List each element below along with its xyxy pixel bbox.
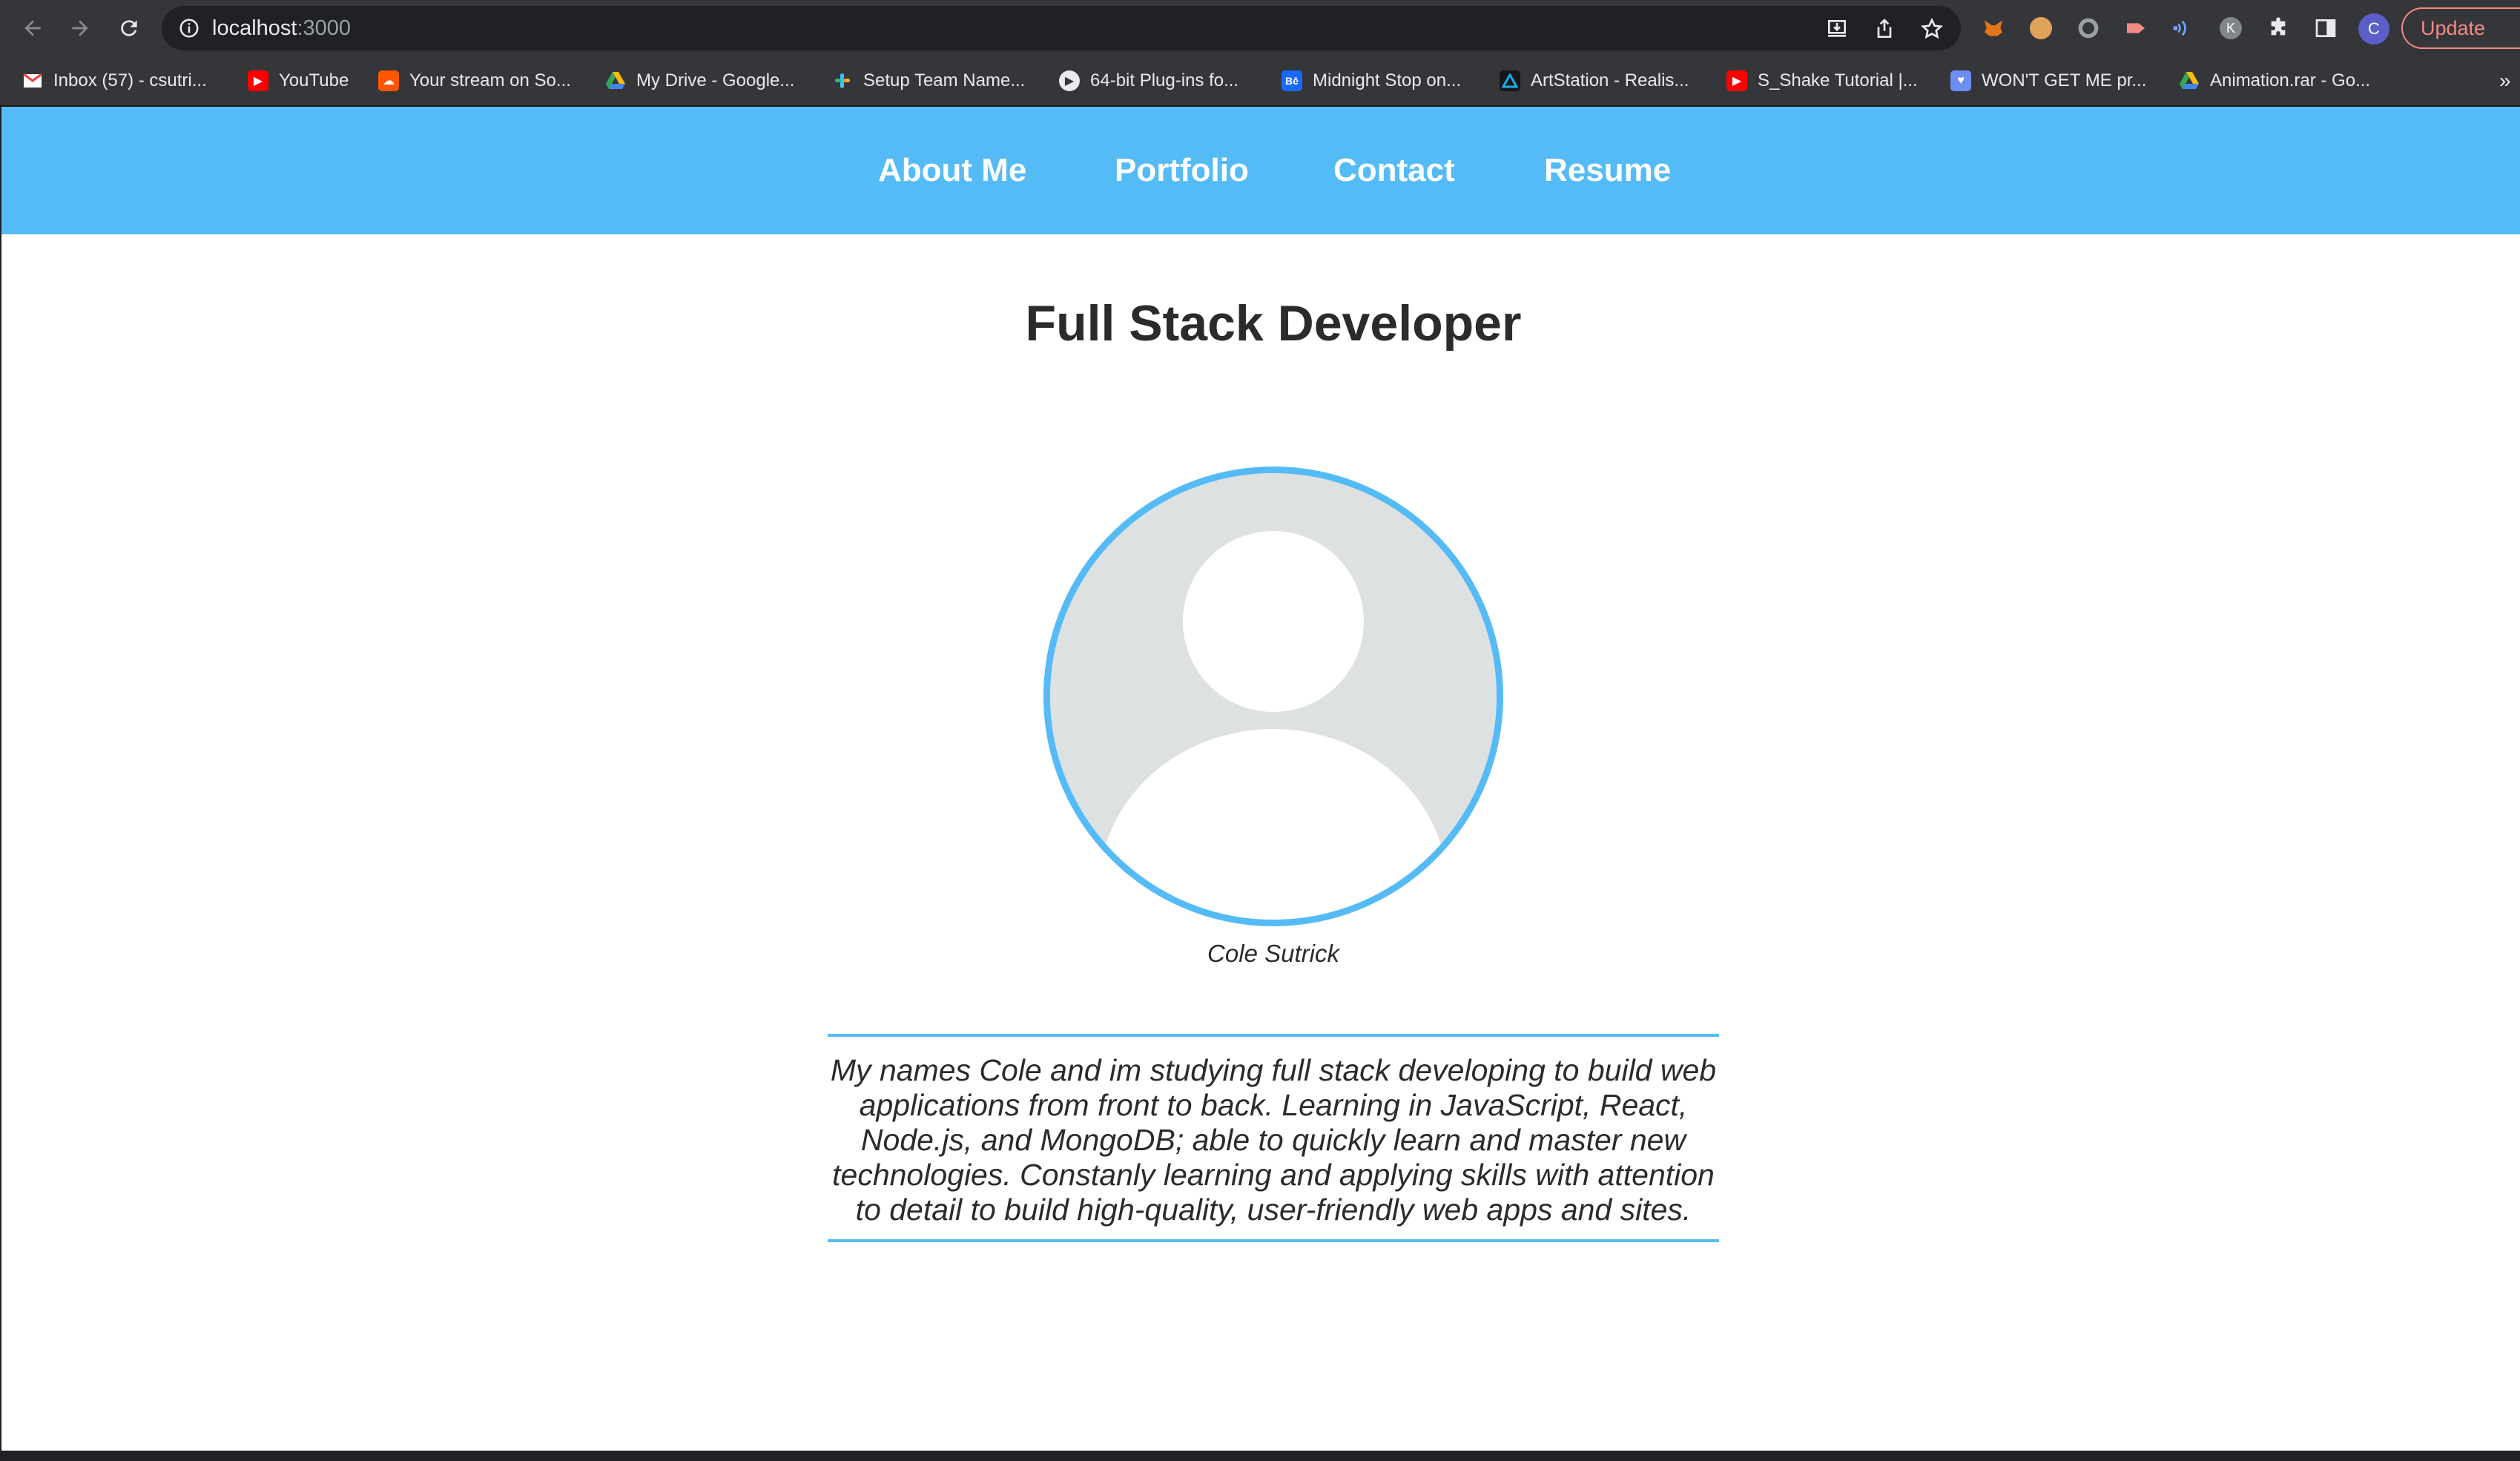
bookmark-item[interactable]: ▶ 64-bit Plug-ins fo... [1059, 56, 1238, 105]
bookmark-item[interactable]: Setup Team Name... [832, 56, 1025, 105]
side-panel-button[interactable] [2312, 15, 2339, 42]
bookmark-label: Your stream on So... [409, 70, 571, 90]
bookmark-item[interactable]: ▶ S_Shake Tutorial |... [1726, 56, 1918, 105]
default-avatar-icon [1050, 473, 1497, 920]
nav-link-resume[interactable]: Resume [1544, 107, 1671, 234]
url-host: localhost [212, 16, 297, 40]
play-icon: ▶ [1059, 70, 1080, 91]
page-title: Full Stack Developer [1025, 295, 1522, 352]
forward-button[interactable] [62, 10, 98, 46]
install-app-button[interactable] [1824, 16, 1850, 42]
bookmarks-bar: Inbox (57) - csutri... ▶ YouTube ☁ Your … [0, 56, 2520, 107]
shield-icon: ♥ [1950, 70, 1971, 91]
nav-link-about-me[interactable]: About Me [878, 107, 1026, 234]
bookmarks-overflow-button[interactable]: » [2499, 56, 2520, 105]
photo-caption: Cole Sutrick [1207, 940, 1339, 967]
reload-icon [121, 20, 137, 36]
record-icon [2127, 23, 2145, 33]
bookmark-item[interactable]: Animation.rar - Go... [2179, 56, 2370, 105]
update-button[interactable]: Update [2401, 7, 2520, 49]
browser-toolbar: localhost:3000 K C Update [0, 0, 2520, 56]
nav-link-portfolio[interactable]: Portfolio [1115, 107, 1249, 234]
page-viewport: About Me Portfolio Contact Resume Full S… [1, 107, 2520, 1451]
behance-icon: Bē [1282, 70, 1302, 91]
site-navbar: About Me Portfolio Contact Resume [1, 107, 2520, 234]
back-arrow-icon [24, 20, 41, 36]
google-drive-icon [2179, 70, 2200, 91]
extension-cookie[interactable] [2028, 15, 2054, 42]
bookmark-item[interactable]: ♥ WON'T GET ME pr... [1950, 56, 2146, 105]
bookmark-label: ArtStation - Realis... [1531, 70, 1689, 90]
slack-icon [832, 70, 853, 91]
profile-avatar[interactable]: C [2358, 13, 2389, 44]
fox-icon [1985, 20, 2002, 36]
bookmark-label: My Drive - Google... [636, 70, 795, 90]
bookmark-label: Setup Team Name... [863, 70, 1026, 90]
reload-button[interactable] [111, 10, 147, 46]
profile-photo [1043, 466, 1503, 926]
share-button[interactable] [1872, 16, 1897, 42]
bookmark-item[interactable]: Inbox (57) - csutri... [22, 56, 207, 105]
bookmark-item[interactable]: ArtStation - Realis... [1500, 56, 1689, 105]
back-button[interactable] [15, 10, 50, 46]
nav-link-contact[interactable]: Contact [1333, 107, 1455, 234]
bookmark-star-button[interactable] [1919, 16, 1945, 42]
extensions-menu-button[interactable] [2265, 15, 2292, 42]
youtube-icon: ▶ [248, 70, 268, 91]
bookmark-label: S_Shake Tutorial |... [1758, 70, 1918, 90]
extension-audio[interactable] [2170, 15, 2197, 42]
cookie-icon [2030, 17, 2052, 39]
bookmark-label: Animation.rar - Go... [2210, 70, 2371, 90]
sound-waves-icon [2173, 20, 2186, 36]
bookmark-item[interactable]: ☁ Your stream on So... [378, 56, 571, 105]
bookmark-label: WON'T GET ME pr... [1982, 70, 2147, 90]
extension-ring[interactable] [2075, 15, 2102, 42]
extension-k[interactable]: K [2217, 15, 2244, 42]
bookmark-label: Inbox (57) - csutri... [53, 70, 207, 90]
google-drive-icon [605, 70, 626, 91]
site-info-icon[interactable] [178, 17, 200, 39]
star-icon [1920, 17, 1944, 39]
extension-metamask[interactable] [1980, 15, 2007, 42]
youtube-icon: ▶ [1726, 70, 1747, 91]
bookmark-label: YouTube [279, 70, 349, 90]
share-icon [1877, 19, 1892, 38]
bio-paragraph: My names Cole and im studying full stack… [828, 1034, 1719, 1242]
side-panel-icon [2315, 19, 2336, 37]
soundcloud-icon: ☁ [378, 70, 399, 91]
bookmark-item[interactable]: ▶ YouTube [248, 56, 349, 105]
bookmark-item[interactable]: Bē Midnight Stop on... [1282, 56, 1461, 105]
url-port: :3000 [297, 16, 352, 40]
ring-icon [2078, 18, 2099, 39]
bookmark-label: 64-bit Plug-ins fo... [1090, 70, 1239, 90]
url-text: localhost:3000 [212, 6, 351, 50]
install-icon [1828, 20, 1846, 37]
artstation-icon [1500, 70, 1520, 91]
puzzle-icon [2271, 17, 2286, 36]
bookmark-label: Midnight Stop on... [1313, 70, 1462, 90]
address-bar[interactable]: localhost:3000 [162, 6, 1961, 50]
gmail-icon [22, 70, 43, 91]
bookmark-item[interactable]: My Drive - Google... [605, 56, 794, 105]
k-badge-icon: K [2220, 17, 2242, 39]
forward-arrow-icon [72, 20, 88, 36]
extension-record[interactable] [2122, 15, 2149, 42]
